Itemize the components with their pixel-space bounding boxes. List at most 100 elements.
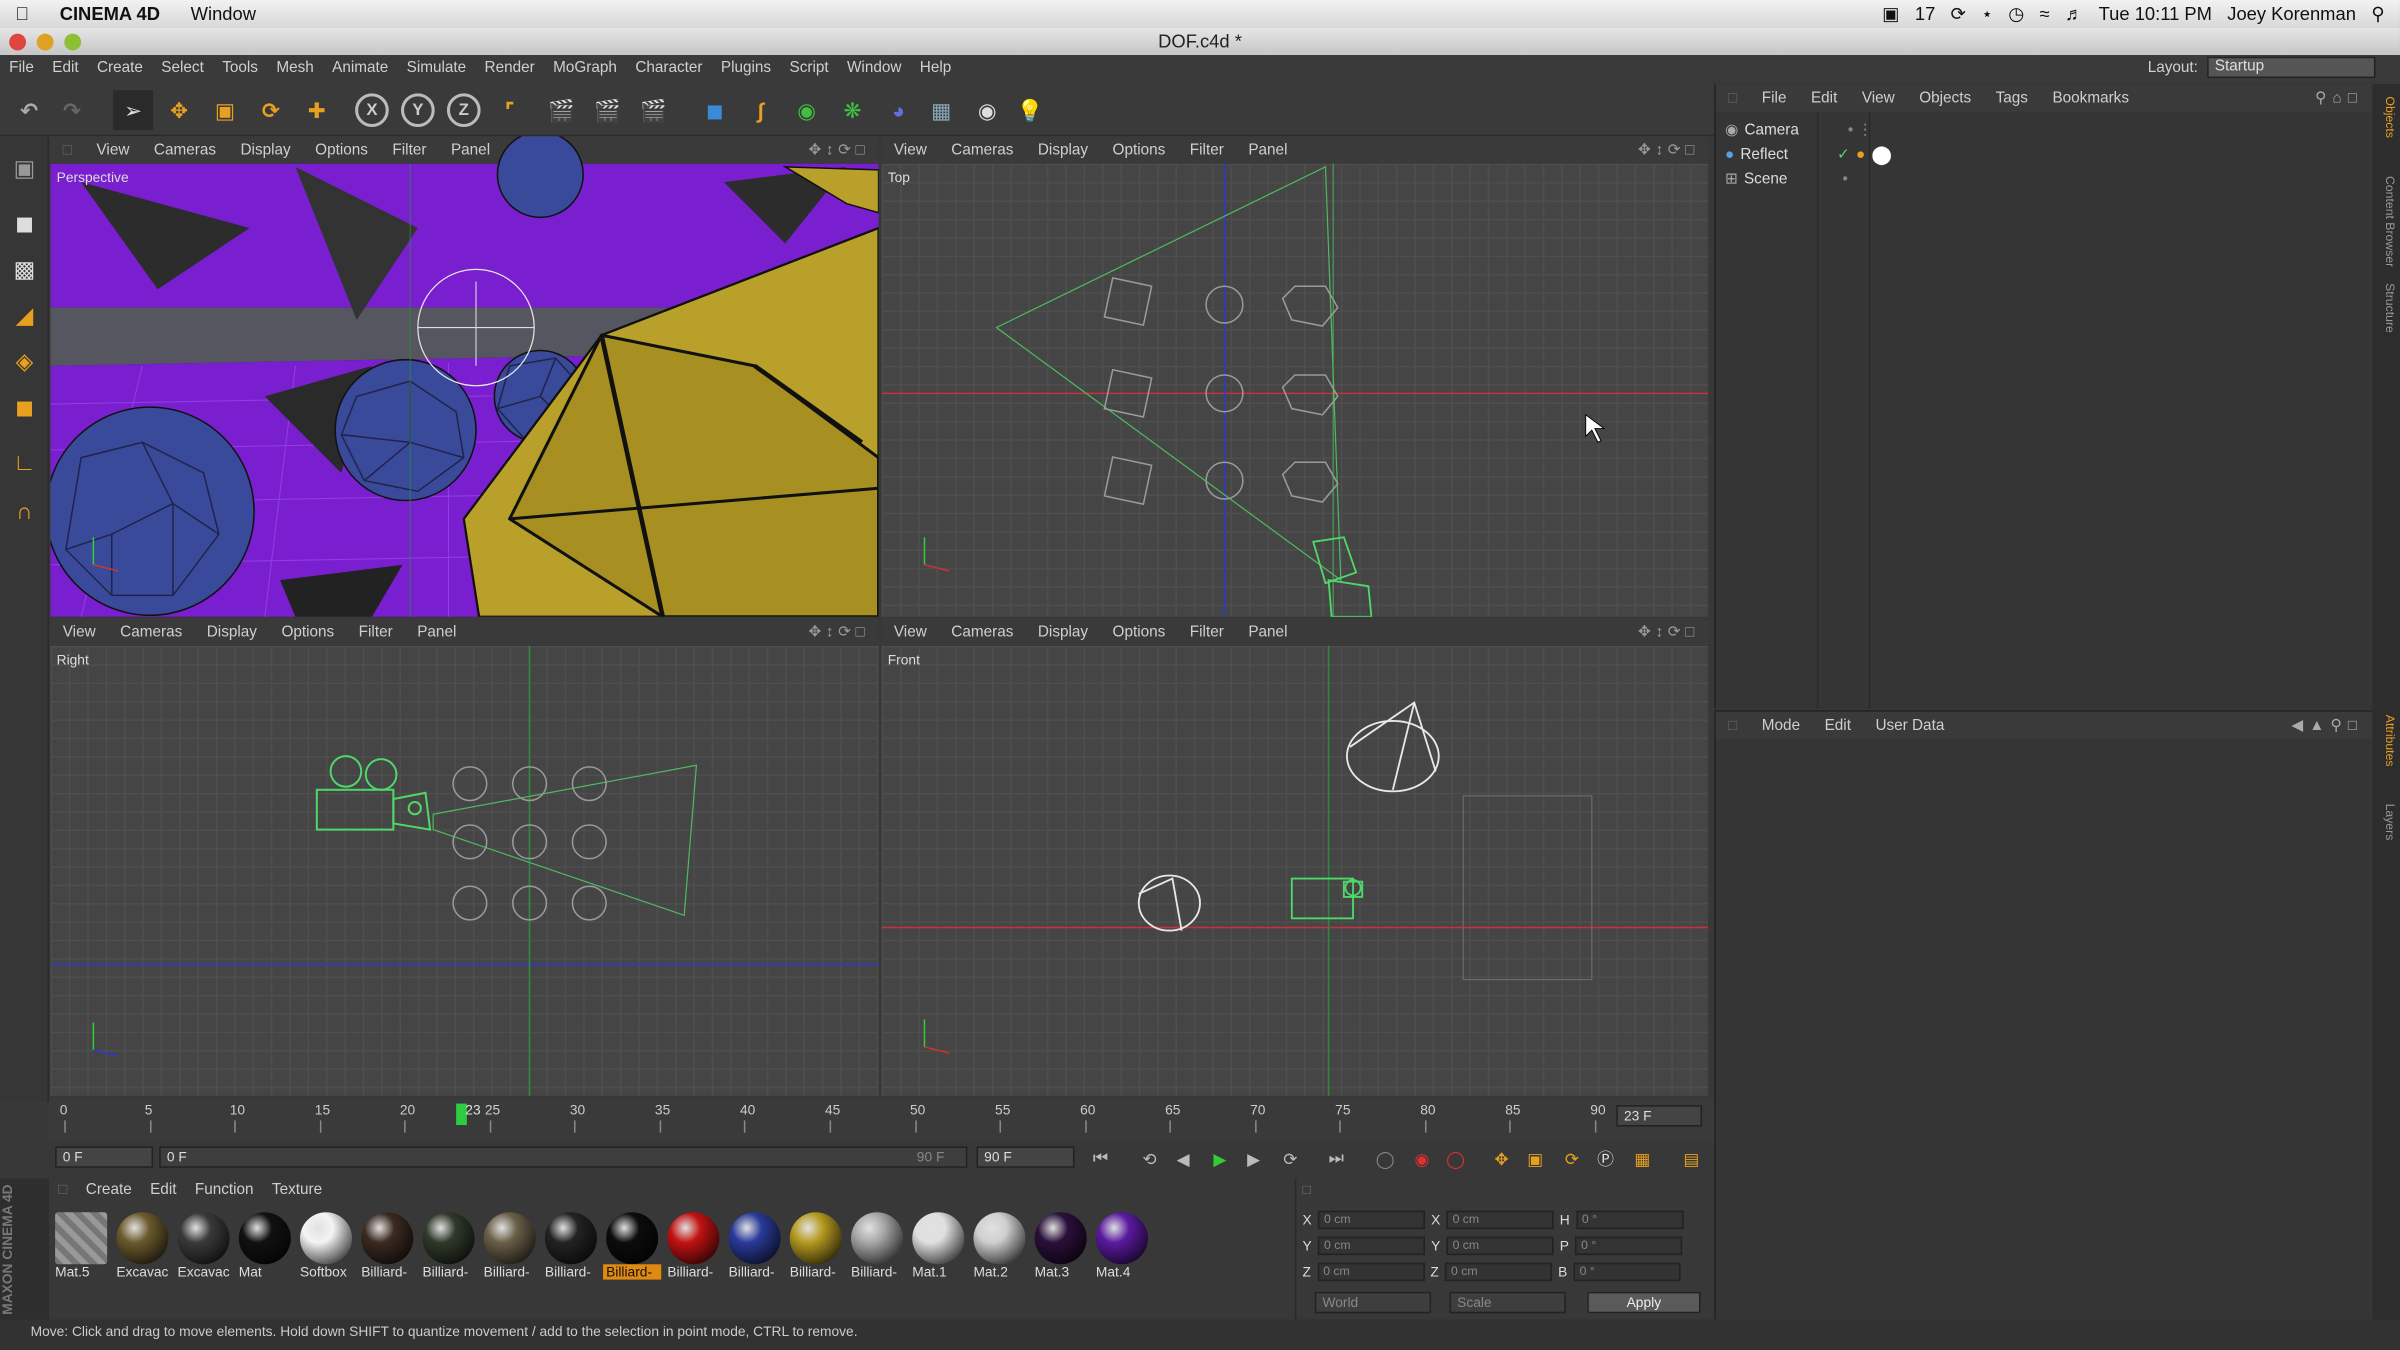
light-icon[interactable]: 💡	[1010, 90, 1050, 130]
coordinate-value-field[interactable]: 0 cm	[1446, 1236, 1554, 1256]
material-swatch[interactable]: Excavac	[113, 1209, 171, 1286]
polygons-mode-icon[interactable]: ◼	[6, 389, 43, 426]
z-axis-lock-icon[interactable]: Z	[446, 93, 481, 128]
am-nav-icons[interactable]: ◀▲⚲□	[2291, 717, 2372, 734]
key-rotation-icon[interactable]: ⟳	[1558, 1146, 1586, 1170]
material-swatch[interactable]: Mat.5	[52, 1209, 110, 1286]
volume-icon[interactable]: ♬	[2065, 3, 2083, 24]
material-swatch[interactable]: Mat	[236, 1209, 294, 1286]
previous-frame-icon[interactable]: ◀	[1169, 1146, 1197, 1170]
time-machine-icon[interactable]: ◷	[2008, 3, 2024, 24]
apple-icon[interactable]: 	[0, 3, 44, 24]
apply-button[interactable]: Apply	[1587, 1291, 1701, 1314]
menu-edit[interactable]: Edit	[43, 60, 88, 77]
am-menu-edit[interactable]: Edit	[1812, 717, 1863, 734]
menu-character[interactable]: Character	[626, 60, 712, 77]
screen-record-icon[interactable]: ▣	[1882, 3, 1899, 24]
scale-tool-icon[interactable]: ▣	[205, 90, 245, 130]
tag-icon[interactable]: ●	[1856, 146, 1865, 163]
coordinate-value-field[interactable]: 0 cm	[1317, 1210, 1426, 1230]
key-scale-icon[interactable]: ▣	[1521, 1146, 1549, 1170]
texture-mode-icon[interactable]: ▩	[6, 251, 43, 288]
render-view-icon[interactable]: 🎬	[542, 90, 582, 130]
y-axis-lock-icon[interactable]: Y	[401, 93, 435, 128]
om-menu-tags[interactable]: Tags	[1983, 90, 2040, 107]
om-menu-file[interactable]: File	[1750, 90, 1799, 107]
material-swatch[interactable]: Billiard-	[726, 1209, 784, 1286]
mm-menu-function[interactable]: Function	[186, 1182, 263, 1199]
viewport-front[interactable]: View Cameras Display Options Filter Pane…	[881, 618, 1709, 1096]
am-menu-user-data[interactable]: User Data	[1863, 717, 1956, 734]
material-swatch[interactable]: Mat.4	[1093, 1209, 1151, 1286]
rotate-tool-icon[interactable]: ⟳	[251, 90, 291, 130]
deformer-icon[interactable]: ◕	[879, 90, 919, 130]
cube-primitive-icon[interactable]: ◼	[695, 90, 735, 130]
recent-tool-icon[interactable]: ✚	[297, 90, 337, 130]
tab-content-browser[interactable]: Content Browser	[2375, 176, 2397, 267]
material-swatch[interactable]: Billiard-	[481, 1209, 539, 1286]
coordinate-value-field[interactable]: 0 °	[1573, 1262, 1681, 1282]
object-name[interactable]: Reflect	[1740, 146, 1788, 163]
object-row-reflect[interactable]: ● Reflect ✓ ● ⬤	[1725, 142, 1892, 166]
x-axis-lock-icon[interactable]: X	[355, 93, 389, 128]
timeline-window-icon[interactable]: ▤	[1678, 1146, 1706, 1170]
enable-check-icon[interactable]: ✓	[1837, 146, 1850, 163]
menu-simulate[interactable]: Simulate	[397, 60, 475, 77]
menu-animate[interactable]: Animate	[323, 60, 398, 77]
material-swatch[interactable]: Billiard-	[664, 1209, 722, 1286]
menu-window[interactable]: Window	[838, 60, 911, 77]
coordinate-value-field[interactable]: 0 °	[1575, 1236, 1683, 1256]
material-swatch[interactable]: Excavac	[174, 1209, 232, 1286]
render-settings-icon[interactable]: 🎬	[634, 90, 674, 130]
spline-icon[interactable]: ∫	[741, 90, 781, 130]
sync-icon[interactable]: ⟳	[1951, 3, 1966, 24]
key-position-icon[interactable]: ✥	[1488, 1146, 1516, 1170]
tab-structure[interactable]: Structure	[2375, 283, 2397, 333]
next-frame-icon[interactable]: ▶	[1240, 1146, 1268, 1170]
close-window-button[interactable]	[9, 33, 27, 51]
viewport-top[interactable]: View Cameras Display Options Filter Pane…	[881, 136, 1709, 617]
bluetooth-icon[interactable]: ⋆	[1981, 3, 1993, 24]
coordinate-size-dropdown[interactable]: Scale	[1449, 1291, 1566, 1314]
menu-help[interactable]: Help	[911, 60, 961, 77]
material-swatch[interactable]: Mat.3	[1032, 1209, 1090, 1286]
clock[interactable]: Tue 10:11 PM	[2099, 3, 2212, 24]
om-menu-view[interactable]: View	[1850, 90, 1907, 107]
workplane-mode-icon[interactable]: ◢	[6, 297, 43, 334]
tab-layers[interactable]: Layers	[2375, 804, 2397, 841]
coordinate-value-field[interactable]: 0 cm	[1317, 1236, 1426, 1256]
om-menu-objects[interactable]: Objects	[1907, 90, 1983, 107]
om-menu-edit[interactable]: Edit	[1799, 90, 1850, 107]
array-icon[interactable]: ❋	[833, 90, 873, 130]
model-mode-icon[interactable]: ◼	[6, 205, 43, 242]
end-frame-field[interactable]: 90 F	[976, 1146, 1075, 1168]
object-row-scene[interactable]: ⊞ Scene •	[1725, 167, 1848, 191]
menu-render[interactable]: Render	[475, 60, 544, 77]
om-search-icons[interactable]: ⚲⌂□	[2315, 90, 2372, 107]
material-swatch[interactable]: Mat.1	[909, 1209, 967, 1286]
material-swatch[interactable]: Billiard-	[787, 1209, 845, 1286]
menu-select[interactable]: Select	[152, 60, 213, 77]
coordinate-value-field[interactable]: 0 cm	[1317, 1262, 1425, 1282]
camera-icon[interactable]: ◉	[967, 90, 1007, 130]
object-name[interactable]: Camera	[1744, 122, 1798, 139]
start-frame-field[interactable]: 0 F	[55, 1146, 154, 1168]
autokey-icon[interactable]: ◉	[1408, 1146, 1436, 1170]
go-to-start-icon[interactable]: ⏮	[1087, 1146, 1115, 1170]
material-swatch[interactable]: Billiard-	[542, 1209, 600, 1286]
spotlight-icon[interactable]: ⚲	[2371, 3, 2384, 24]
coordinate-value-field[interactable]: 0 °	[1575, 1210, 1683, 1230]
object-name[interactable]: Scene	[1744, 171, 1787, 188]
undo-icon[interactable]: ↶	[9, 90, 49, 130]
minimize-window-button[interactable]	[36, 33, 54, 51]
timeline-ruler[interactable]: 0 5 10 15 20 25 30 35 40 45 50 55 60 65 70 75 80 85 90 23 …	[48, 1098, 1715, 1145]
next-key-icon[interactable]: ⟳	[1277, 1146, 1305, 1170]
coordinate-system-icon[interactable]: ⌜	[490, 90, 530, 130]
material-tag-icon[interactable]: ⬤	[1871, 144, 1892, 165]
range-slider[interactable]: 0 F 90 F	[159, 1146, 968, 1168]
material-swatch[interactable]: Billiard-	[358, 1209, 416, 1286]
wifi-icon[interactable]: ≈	[2040, 3, 2050, 24]
live-selection-icon[interactable]: ➢	[113, 90, 154, 131]
render-picture-viewer-icon[interactable]: 🎬	[588, 90, 628, 130]
points-mode-icon[interactable]: ◈	[6, 343, 43, 380]
